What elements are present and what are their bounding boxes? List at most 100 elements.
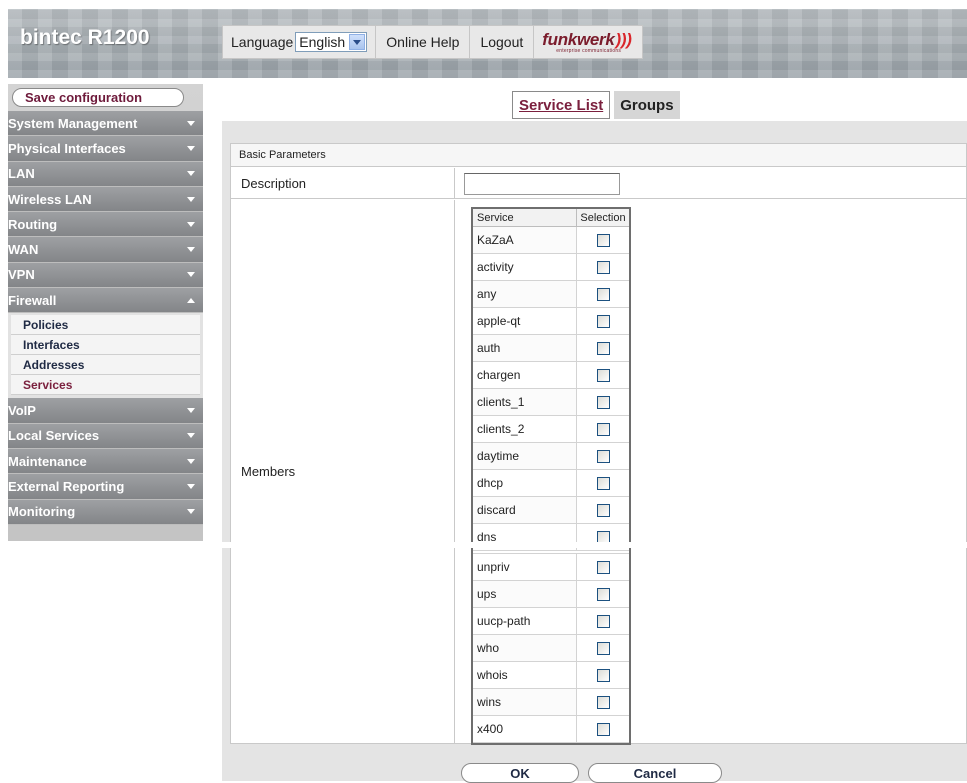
logo-text: funkwerk — [542, 30, 615, 49]
sidebar-item-routing[interactable]: Routing — [8, 212, 203, 238]
sidebar-subitem-policies[interactable]: Policies — [11, 315, 200, 336]
table-row: KaZaA — [473, 227, 629, 254]
selection-cell — [577, 662, 629, 688]
sidebar-subitem-interfaces[interactable]: Interfaces — [11, 335, 200, 356]
selection-checkbox[interactable] — [596, 587, 610, 601]
chevron-down-icon — [187, 509, 195, 515]
sidebar-item-wan[interactable]: WAN — [8, 237, 203, 263]
members-label: Members — [231, 200, 455, 743]
selection-checkbox[interactable] — [596, 422, 610, 436]
chevron-down-icon — [187, 145, 195, 151]
sidebar-item-vpn[interactable]: VPN — [8, 262, 203, 289]
selection-cell — [577, 581, 629, 607]
table-row: dhcp — [473, 470, 629, 497]
members-row: Members Service Selection KaZaA activity a… — [231, 200, 966, 745]
language-label: Language — [231, 34, 294, 50]
selection-checkbox[interactable] — [596, 476, 610, 490]
chevron-down-icon[interactable] — [349, 34, 366, 50]
selection-checkbox[interactable] — [596, 668, 610, 682]
logout-link[interactable]: Logout — [470, 26, 535, 58]
sidebar-subitem-services[interactable]: Services — [11, 375, 200, 396]
sidebar-menu: System Management Physical Interfaces LA… — [8, 111, 203, 525]
selection-checkbox[interactable] — [596, 314, 610, 328]
table-row: apple-qt — [473, 308, 629, 335]
service-name: dhcp — [473, 470, 577, 496]
service-name: ups — [473, 581, 577, 607]
sidebar-item-system-management[interactable]: System Management — [8, 111, 203, 137]
service-name: auth — [473, 335, 577, 361]
sidebar-item-wireless-lan[interactable]: Wireless LAN — [8, 186, 203, 213]
selection-checkbox[interactable] — [596, 233, 610, 247]
chevron-down-icon — [187, 483, 195, 489]
cancel-button[interactable]: Cancel — [588, 763, 722, 783]
selection-checkbox[interactable] — [596, 368, 610, 382]
selection-checkbox[interactable] — [596, 341, 610, 355]
table-row: ups — [473, 581, 629, 608]
description-input[interactable] — [464, 173, 620, 195]
save-configuration-button[interactable]: Save configuration — [12, 88, 184, 107]
selection-cell — [577, 716, 629, 742]
sidebar-subitem-addresses[interactable]: Addresses — [11, 355, 200, 376]
selection-cell — [577, 608, 629, 634]
table-row: clients_2 — [473, 416, 629, 443]
selection-checkbox[interactable] — [596, 287, 610, 301]
sidebar: Save configuration System Management Phy… — [8, 84, 203, 541]
tab-groups[interactable]: Groups — [614, 91, 680, 119]
table-row: x400 — [473, 716, 629, 743]
table-row: unpriv — [473, 554, 629, 581]
ok-button[interactable]: OK — [461, 763, 579, 783]
page-break — [222, 542, 967, 548]
service-name: daytime — [473, 443, 577, 469]
section-title: Basic Parameters — [231, 144, 966, 167]
selection-checkbox[interactable] — [596, 560, 610, 574]
selection-checkbox[interactable] — [596, 614, 610, 628]
table-row: uucp-path — [473, 608, 629, 635]
table-header: Service Selection — [473, 209, 629, 227]
table-row: who — [473, 635, 629, 662]
selection-cell — [577, 335, 629, 361]
description-row: Description — [231, 168, 966, 199]
language-selector: Language English — [223, 26, 377, 58]
selection-checkbox[interactable] — [596, 449, 610, 463]
selection-cell — [577, 554, 629, 580]
tab-bar: Service List Groups — [512, 91, 680, 119]
service-name: chargen — [473, 362, 577, 388]
table-row: wins — [473, 689, 629, 716]
selection-checkbox[interactable] — [596, 695, 610, 709]
chevron-up-icon — [187, 297, 195, 303]
selection-checkbox[interactable] — [596, 722, 610, 736]
selection-checkbox[interactable] — [596, 503, 610, 517]
table-row: auth — [473, 335, 629, 362]
selection-checkbox[interactable] — [596, 395, 610, 409]
form-container: Basic Parameters Description Members Ser… — [230, 143, 967, 745]
sidebar-item-monitoring[interactable]: Monitoring — [8, 499, 203, 525]
sidebar-item-local-services[interactable]: Local Services — [8, 423, 203, 449]
sidebar-item-physical-interfaces[interactable]: Physical Interfaces — [8, 136, 203, 162]
logo-waves-icon: ))) — [615, 30, 632, 49]
chevron-down-icon — [187, 171, 195, 177]
selection-checkbox[interactable] — [596, 641, 610, 655]
table-row: discard — [473, 497, 629, 524]
sidebar-item-lan[interactable]: LAN — [8, 161, 203, 187]
service-name: x400 — [473, 716, 577, 742]
sidebar-item-maintenance[interactable]: Maintenance — [8, 448, 203, 475]
service-name: uucp-path — [473, 608, 577, 634]
table-row: whois — [473, 662, 629, 689]
selection-cell — [577, 689, 629, 715]
form-panel: Basic Parameters Description Members Ser… — [222, 121, 967, 781]
selection-cell — [577, 416, 629, 442]
tab-service-list[interactable]: Service List — [512, 91, 611, 119]
selection-cell — [577, 497, 629, 523]
sidebar-item-voip[interactable]: VoIP — [8, 398, 203, 424]
sidebar-item-external-reporting[interactable]: External Reporting — [8, 474, 203, 500]
service-name: activity — [473, 254, 577, 280]
selection-checkbox[interactable] — [596, 260, 610, 274]
language-select[interactable]: English — [295, 32, 368, 52]
selection-cell — [577, 308, 629, 334]
service-name: who — [473, 635, 577, 661]
chevron-down-icon — [187, 433, 195, 439]
online-help-link[interactable]: Online Help — [376, 26, 471, 58]
service-name: wins — [473, 689, 577, 715]
sidebar-item-firewall[interactable]: Firewall — [8, 288, 203, 314]
selection-cell — [577, 362, 629, 388]
